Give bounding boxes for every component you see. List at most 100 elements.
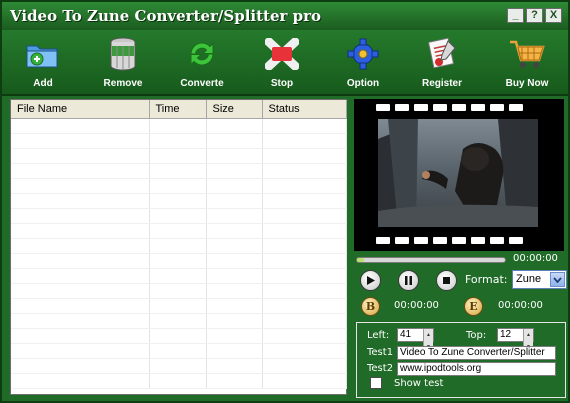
- seek-bar-fill: [357, 258, 365, 262]
- table-cell: [206, 268, 263, 284]
- remove-button[interactable]: Remove: [88, 36, 158, 94]
- table-cell: [206, 118, 263, 134]
- seek-bar[interactable]: [356, 257, 506, 263]
- table-cell: [11, 178, 150, 194]
- table-cell: [11, 208, 150, 224]
- table-row[interactable]: [11, 148, 347, 164]
- table-cell: [149, 118, 207, 134]
- register-button[interactable]: Register: [407, 36, 477, 94]
- play-button[interactable]: [360, 270, 381, 291]
- table-cell: [11, 163, 150, 179]
- column-size[interactable]: Size: [206, 100, 263, 119]
- top-label: Top:: [466, 330, 487, 341]
- option-button[interactable]: Option: [328, 36, 398, 94]
- column-time[interactable]: Time: [149, 100, 207, 119]
- table-row[interactable]: [11, 163, 347, 179]
- table-cell: [11, 238, 150, 254]
- begin-time: 00:00:00: [394, 300, 439, 311]
- format-select[interactable]: Zune: [512, 270, 567, 289]
- table-cell: [11, 313, 150, 329]
- set-end-button[interactable]: E: [464, 297, 483, 316]
- add-button[interactable]: Add: [8, 36, 78, 94]
- table-cell: [11, 358, 150, 374]
- table-row[interactable]: [11, 133, 347, 149]
- app-window: Video To Zune Converter/Splitter pro _ ?…: [0, 0, 570, 403]
- table-cell: [149, 163, 207, 179]
- table-row[interactable]: [11, 193, 347, 209]
- stop-playback-button[interactable]: [436, 270, 457, 291]
- text1-input[interactable]: Video To Zune Converter/Splitter: [397, 346, 556, 360]
- table-cell: [262, 178, 347, 194]
- table-row[interactable]: [11, 238, 347, 254]
- table-row[interactable]: [11, 253, 347, 269]
- option-label: Option: [346, 78, 380, 89]
- table-row[interactable]: [11, 223, 347, 239]
- table-row[interactable]: [11, 343, 347, 359]
- table-cell: [206, 358, 263, 374]
- table-cell: [11, 253, 150, 269]
- table-cell: [149, 343, 207, 359]
- table-row[interactable]: [11, 268, 347, 284]
- title-bar[interactable]: Video To Zune Converter/Splitter pro _ ?…: [2, 2, 568, 30]
- convert-button[interactable]: Converte: [167, 36, 237, 94]
- table-cell: [206, 238, 263, 254]
- table-cell: [206, 373, 263, 389]
- table-row[interactable]: [11, 313, 347, 329]
- table-cell: [11, 193, 150, 209]
- chevron-down-icon[interactable]: [550, 272, 565, 287]
- top-stepper[interactable]: 12 ▲▼: [497, 328, 534, 353]
- table-cell: [149, 313, 207, 329]
- table-cell: [262, 223, 347, 239]
- table-cell: [149, 148, 207, 164]
- stepper-arrows-icon[interactable]: ▲▼: [423, 329, 433, 353]
- table-row[interactable]: [11, 178, 347, 194]
- buy-now-button[interactable]: Buy Now: [492, 36, 562, 94]
- table-cell: [11, 133, 150, 149]
- minimize-button[interactable]: _: [507, 8, 524, 23]
- table-cell: [11, 268, 150, 284]
- table-row[interactable]: [11, 118, 347, 134]
- file-table: File Name Time Size Status: [11, 100, 347, 389]
- close-button[interactable]: X: [545, 8, 562, 23]
- table-row[interactable]: [11, 358, 347, 374]
- stop-button[interactable]: Stop: [247, 36, 317, 94]
- table-cell: [149, 283, 207, 299]
- show-text-checkbox[interactable]: [370, 377, 382, 389]
- left-label: Left:: [367, 330, 390, 341]
- preview-frame: [378, 119, 538, 227]
- table-cell: [149, 133, 207, 149]
- toolbar: Add Remove Converte Stop Option Register…: [2, 30, 568, 96]
- table-cell: [262, 328, 347, 344]
- stepper-arrows-icon[interactable]: ▲▼: [523, 329, 533, 353]
- format-label: Format:: [465, 273, 508, 286]
- table-row[interactable]: [11, 328, 347, 344]
- add-label: Add: [33, 78, 53, 89]
- table-cell: [11, 148, 150, 164]
- file-list[interactable]: File Name Time Size Status: [10, 99, 347, 395]
- table-cell: [262, 373, 347, 389]
- table-cell: [11, 283, 150, 299]
- table-cell: [149, 238, 207, 254]
- table-cell: [206, 163, 263, 179]
- left-stepper[interactable]: 41 ▲▼: [397, 328, 434, 353]
- column-status[interactable]: Status: [262, 100, 347, 119]
- table-row[interactable]: [11, 208, 347, 224]
- table-cell: [149, 298, 207, 314]
- table-row[interactable]: [11, 373, 347, 389]
- table-row[interactable]: [11, 283, 347, 299]
- text2-label: Test2: [367, 363, 394, 374]
- pause-button[interactable]: [398, 270, 419, 291]
- text2-input[interactable]: www.ipodtools.org: [397, 362, 556, 376]
- table-row[interactable]: [11, 298, 347, 314]
- table-cell: [11, 373, 150, 389]
- table-cell: [262, 163, 347, 179]
- help-button[interactable]: ?: [526, 8, 543, 23]
- set-begin-button[interactable]: B: [361, 297, 380, 316]
- table-cell: [149, 193, 207, 209]
- folder-add-icon: [24, 36, 62, 72]
- stop-icon: [443, 277, 450, 284]
- left-value: 41: [400, 329, 412, 340]
- column-file-name[interactable]: File Name: [11, 100, 150, 119]
- table-cell: [206, 193, 263, 209]
- table-cell: [262, 268, 347, 284]
